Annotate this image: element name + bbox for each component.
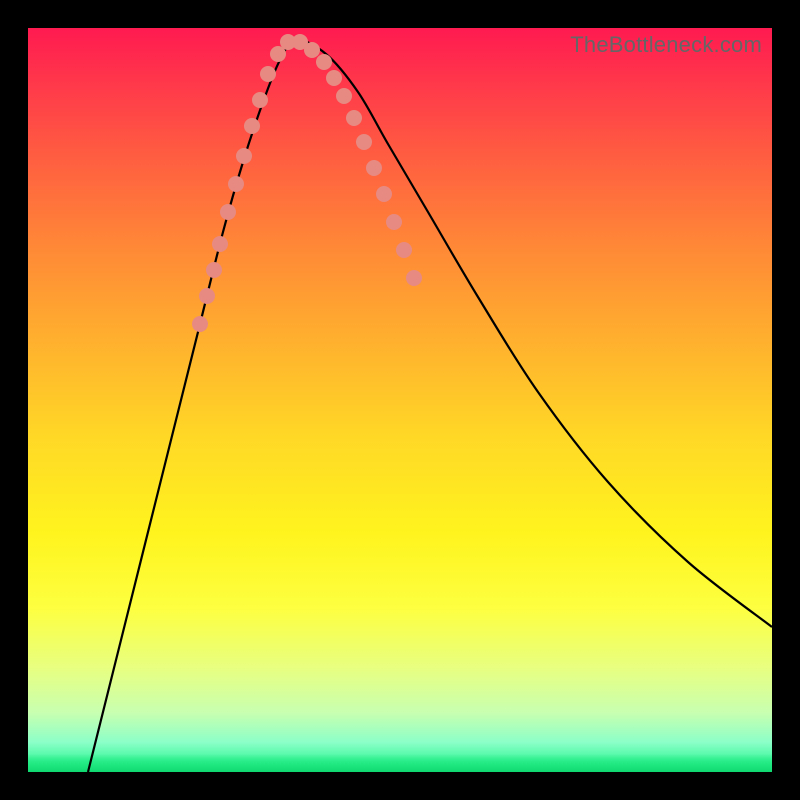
chart-plot-area: TheBottleneck.com xyxy=(28,28,772,772)
marker-dot xyxy=(206,262,222,278)
bottleneck-curve-path xyxy=(88,40,772,772)
watermark-text: TheBottleneck.com xyxy=(570,32,762,58)
marker-dot xyxy=(192,316,208,332)
chart-svg xyxy=(28,28,772,772)
marker-dot xyxy=(326,70,342,86)
marker-dot xyxy=(252,92,268,108)
marker-dot xyxy=(346,110,362,126)
marker-dot xyxy=(260,66,276,82)
marker-dot xyxy=(236,148,252,164)
marker-dot xyxy=(406,270,422,286)
marker-dot xyxy=(366,160,382,176)
marker-group xyxy=(192,34,422,332)
marker-dot xyxy=(336,88,352,104)
marker-dot xyxy=(199,288,215,304)
marker-dot xyxy=(316,54,332,70)
marker-dot xyxy=(396,242,412,258)
marker-dot xyxy=(356,134,372,150)
marker-dot xyxy=(386,214,402,230)
marker-dot xyxy=(304,42,320,58)
marker-dot xyxy=(228,176,244,192)
marker-dot xyxy=(244,118,260,134)
marker-dot xyxy=(220,204,236,220)
marker-dot xyxy=(212,236,228,252)
marker-dot xyxy=(376,186,392,202)
